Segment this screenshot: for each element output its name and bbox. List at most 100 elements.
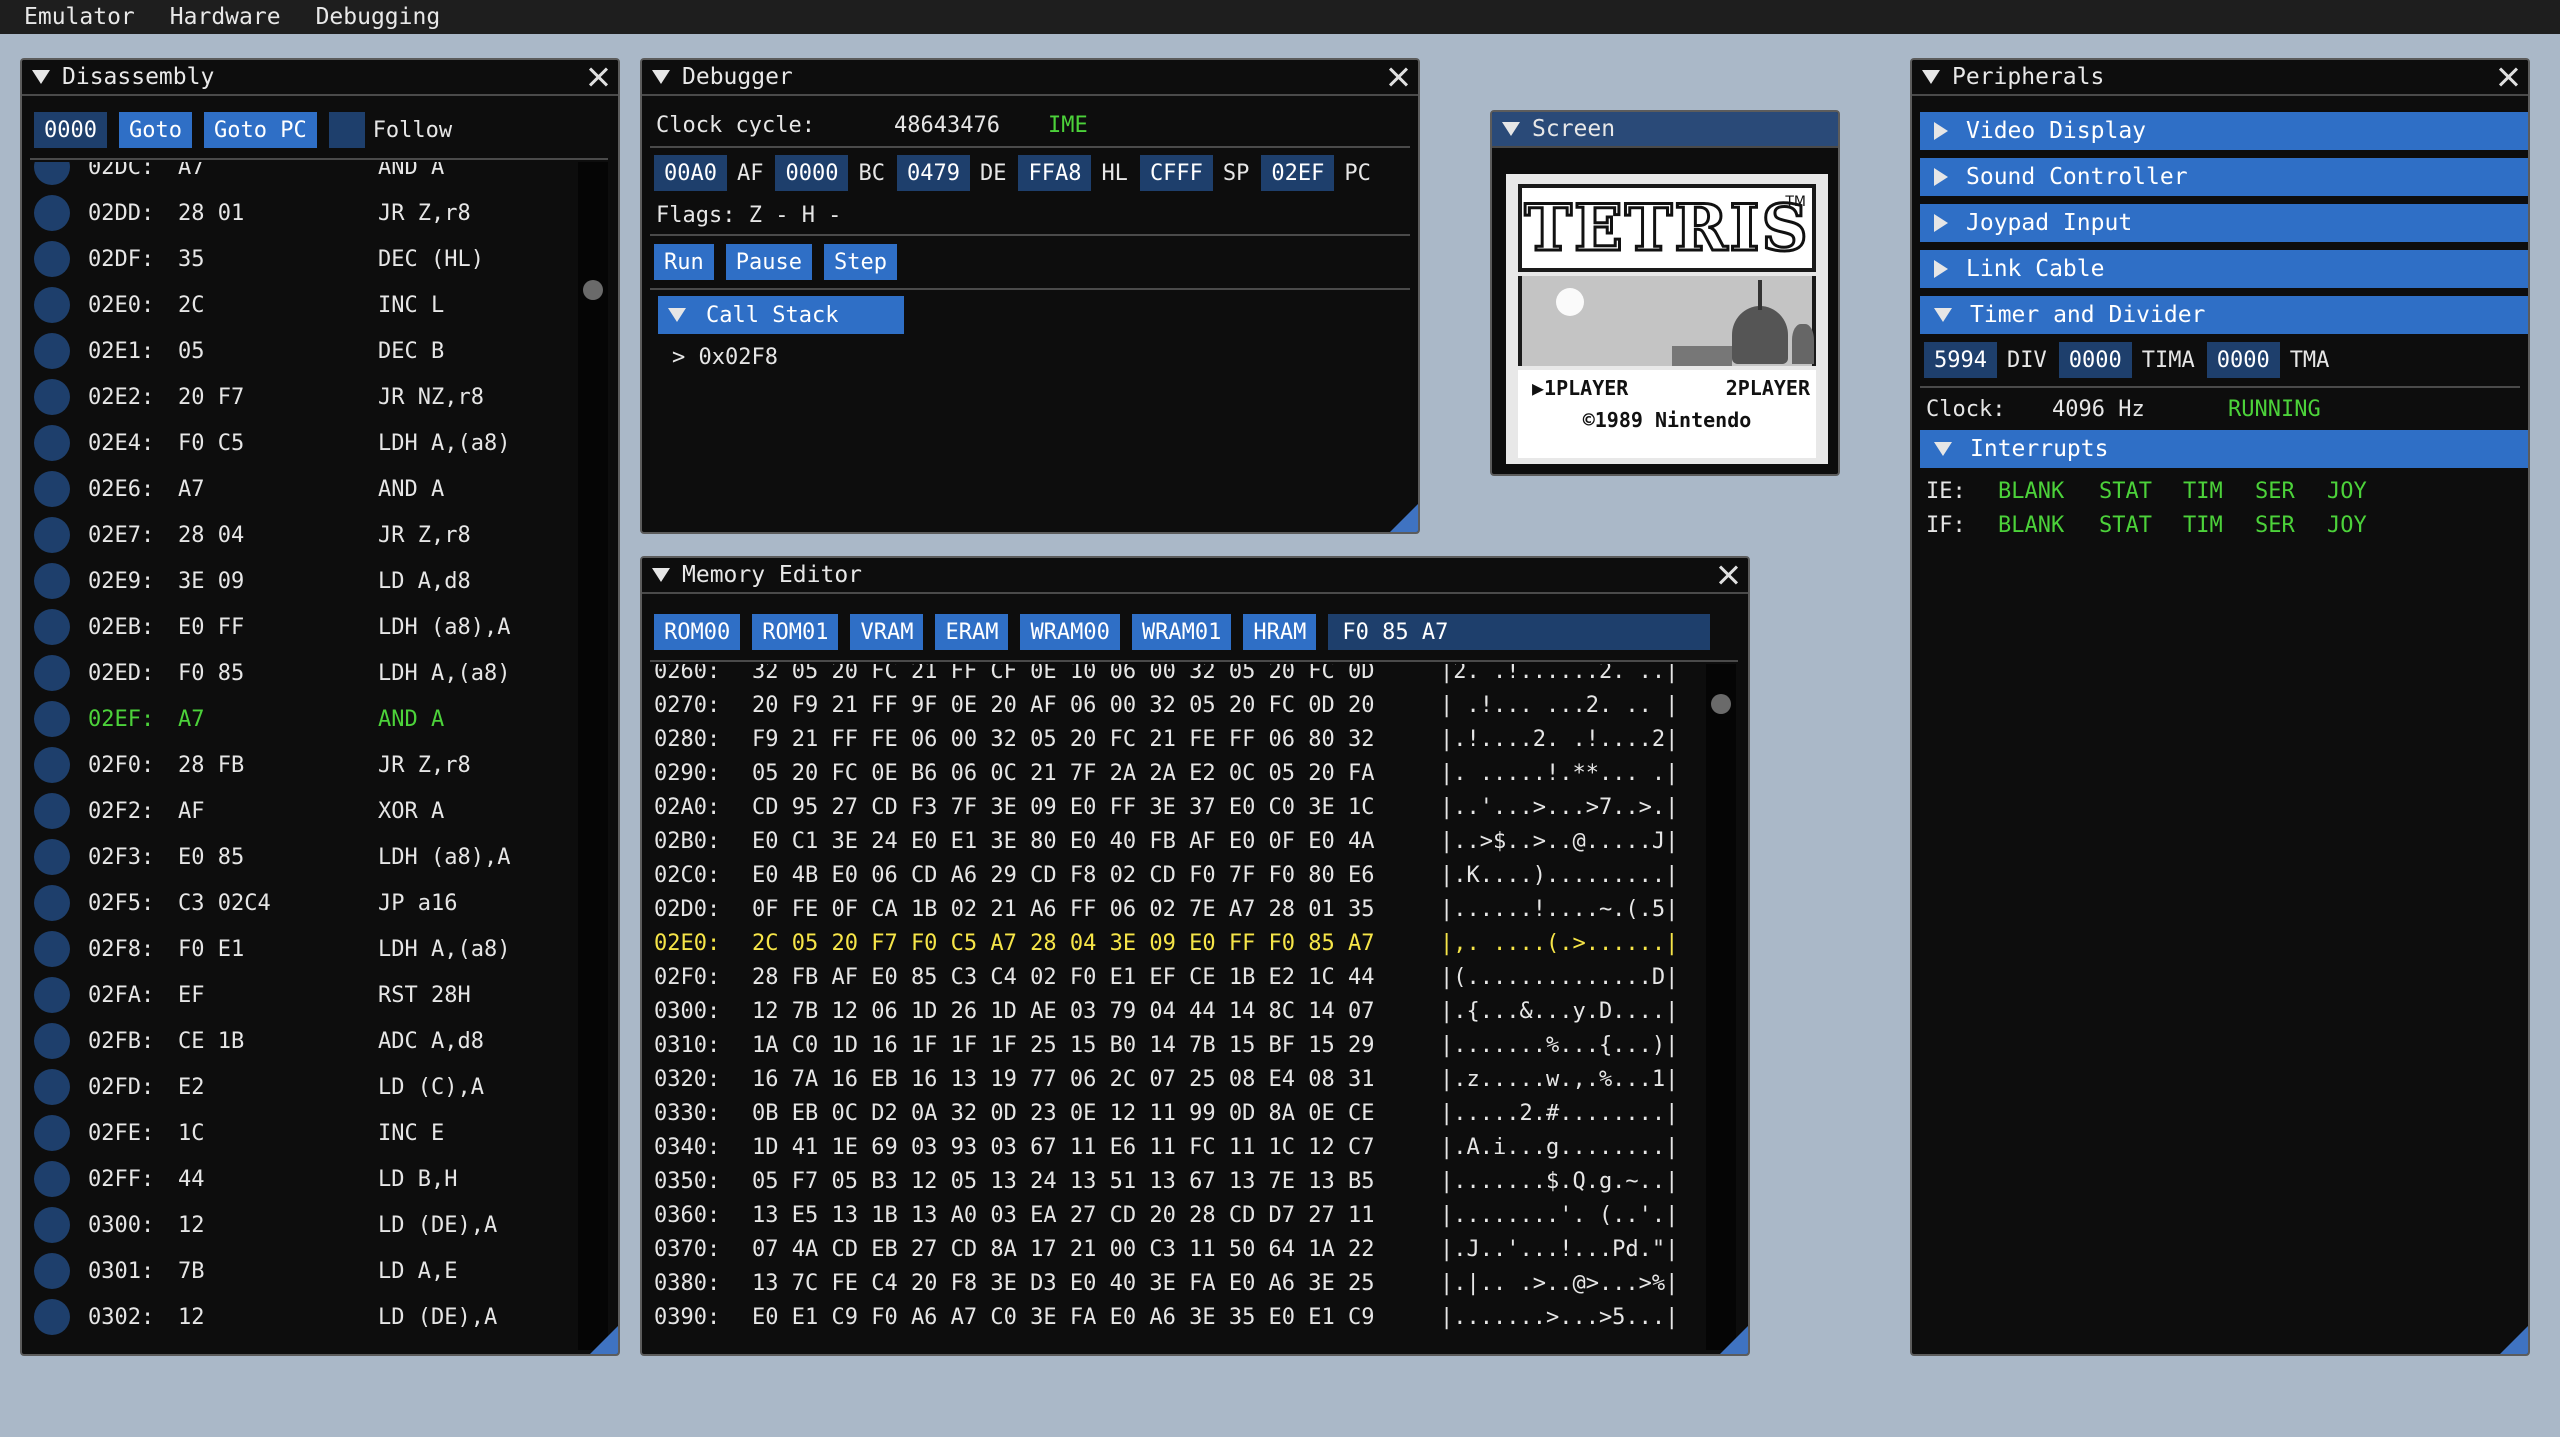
disassembly-titlebar[interactable]: Disassembly xyxy=(22,60,618,96)
disassembly-row[interactable]: 02E6: A7 AND A xyxy=(34,466,444,512)
close-icon[interactable] xyxy=(1384,63,1412,91)
register-sp[interactable]: CFFF xyxy=(1139,155,1213,191)
memory-row[interactable]: 0350: 05 F7 05 B3 12 05 13 24 13 51 13 67… xyxy=(654,1164,1678,1198)
disassembly-row[interactable]: 02ED: F0 85 LDH A,(a8) xyxy=(34,650,510,696)
disassembly-row[interactable]: 02E4: F0 C5 LDH A,(a8) xyxy=(34,420,510,466)
run-button[interactable]: Run xyxy=(654,244,714,280)
memory-hex[interactable]: E0 C1 3E 24 E0 E1 3E 80 E0 40 FB AF E0 0… xyxy=(752,829,1440,854)
breakpoint-toggle[interactable] xyxy=(34,931,70,967)
collapse-icon[interactable] xyxy=(1922,70,1940,84)
collapse-icon[interactable] xyxy=(652,70,670,84)
close-icon[interactable] xyxy=(1714,561,1742,589)
tab-wram01[interactable]: WRAM01 xyxy=(1131,614,1232,650)
game-screen[interactable]: TETRIS TM ▶1PLAYER 2PLAYER ©1989 Nintend… xyxy=(1506,174,1828,464)
disassembly-row[interactable]: 02EF: A7 AND A xyxy=(34,696,444,742)
breakpoint-toggle[interactable] xyxy=(34,1299,70,1335)
section-video-display[interactable]: Video Display xyxy=(1920,112,2528,150)
memory-row[interactable]: 02D0: 0F FE 0F CA 1B 02 21 A6 FF 06 02 7E… xyxy=(654,892,1678,926)
register-de[interactable]: 0479 xyxy=(896,155,970,191)
resize-grip[interactable] xyxy=(1390,504,1418,532)
disassembly-row[interactable]: 02F5: C3 02C4 JP a16 xyxy=(34,880,457,926)
memory-row[interactable]: 0270: 20 F9 21 FF 9F 0E 20 AF 06 00 32 05… xyxy=(654,688,1678,722)
collapse-icon[interactable] xyxy=(652,568,670,582)
memory-hex[interactable]: 13 E5 13 1B 13 A0 03 EA 27 CD 20 28 CD D… xyxy=(752,1203,1440,1228)
breakpoint-toggle[interactable] xyxy=(34,195,70,231)
memory-hex[interactable]: CD 95 27 CD F3 7F 3E 09 E0 FF 3E 37 E0 C… xyxy=(752,795,1440,820)
breakpoint-toggle[interactable] xyxy=(34,379,70,415)
breakpoint-toggle[interactable] xyxy=(34,1069,70,1105)
screen-titlebar[interactable]: Screen xyxy=(1492,112,1838,148)
breakpoint-toggle[interactable] xyxy=(34,885,70,921)
memory-row[interactable]: 02E0: 2C 05 20 F7 F0 C5 A7 28 04 3E 09 E0… xyxy=(654,926,1678,960)
disassembly-row[interactable]: 02DF: 35 DEC (HL) xyxy=(34,236,484,282)
memory-hex[interactable]: E0 4B E0 06 CD A6 29 CD F8 02 CD F0 7F F… xyxy=(752,863,1440,888)
memory-row[interactable]: 0260: 32 05 20 FC 21 FF CF 0E 10 06 00 32… xyxy=(654,664,1678,688)
breakpoint-toggle[interactable] xyxy=(34,793,70,829)
disassembly-row[interactable]: 02E1: 05 DEC B xyxy=(34,328,444,374)
call-stack-header[interactable]: Call Stack xyxy=(658,296,904,334)
breakpoint-toggle[interactable] xyxy=(34,425,70,461)
register-bc[interactable]: 0000 xyxy=(775,155,849,191)
memory-row[interactable]: 0390: E0 E1 C9 F0 A6 A7 C0 3E FA E0 A6 3E… xyxy=(654,1300,1678,1334)
breakpoint-toggle[interactable] xyxy=(34,333,70,369)
disassembly-row[interactable]: 0300: 12 LD (DE),A xyxy=(34,1202,497,1248)
disassembly-row[interactable]: 02F2: AF XOR A xyxy=(34,788,444,834)
breakpoint-toggle[interactable] xyxy=(34,1207,70,1243)
breakpoint-toggle[interactable] xyxy=(34,517,70,553)
disassembly-row[interactable]: 02EB: E0 FF LDH (a8),A xyxy=(34,604,510,650)
breakpoint-toggle[interactable] xyxy=(34,287,70,323)
close-icon[interactable] xyxy=(2494,63,2522,91)
disassembly-row[interactable]: 02FD: E2 LD (C),A xyxy=(34,1064,484,1110)
disassembly-row[interactable]: 02FA: EF RST 28H xyxy=(34,972,471,1018)
memory-hex[interactable]: 12 7B 12 06 1D 26 1D AE 03 79 04 44 14 8… xyxy=(752,999,1440,1024)
peripherals-titlebar[interactable]: Peripherals xyxy=(1912,60,2528,96)
breakpoint-toggle[interactable] xyxy=(34,609,70,645)
scrollbar-thumb[interactable] xyxy=(583,280,603,300)
memory-editor-titlebar[interactable]: Memory Editor xyxy=(642,558,1748,594)
breakpoint-toggle[interactable] xyxy=(34,162,70,185)
memory-row[interactable]: 0360: 13 E5 13 1B 13 A0 03 EA 27 CD 20 28… xyxy=(654,1198,1678,1232)
breakpoint-toggle[interactable] xyxy=(34,1115,70,1151)
disassembly-row[interactable]: 0301: 7B LD A,E xyxy=(34,1248,457,1294)
tab-hram[interactable]: HRAM xyxy=(1243,614,1317,650)
section-link-cable[interactable]: Link Cable xyxy=(1920,250,2528,288)
menu-hardware[interactable]: Hardware xyxy=(146,4,292,30)
scrollbar-thumb[interactable] xyxy=(1711,694,1731,714)
memory-hex[interactable]: 16 7A 16 EB 16 13 19 77 06 2C 07 25 08 E… xyxy=(752,1067,1440,1092)
memory-row[interactable]: 02A0: CD 95 27 CD F3 7F 3E 09 E0 FF 3E 37… xyxy=(654,790,1678,824)
memory-hex[interactable]: 20 F9 21 FF 9F 0E 20 AF 06 00 32 05 20 F… xyxy=(752,693,1440,718)
disassembly-row[interactable]: 02FB: CE 1B ADC A,d8 xyxy=(34,1018,484,1064)
memory-hex[interactable]: 28 FB AF E0 85 C3 C4 02 F0 E1 EF CE 1B E… xyxy=(752,965,1440,990)
breakpoint-toggle[interactable] xyxy=(34,747,70,783)
register-af[interactable]: 00A0 xyxy=(654,155,727,191)
goto-button[interactable]: Goto xyxy=(118,112,192,148)
memory-hex[interactable]: 0B EB 0C D2 0A 32 0D 23 0E 12 11 99 0D 8… xyxy=(752,1101,1440,1126)
memory-hex[interactable]: E0 E1 C9 F0 A6 A7 C0 3E FA E0 A6 3E 35 E… xyxy=(752,1305,1440,1330)
memory-hex[interactable]: 2C 05 20 F7 F0 C5 A7 28 04 3E 09 E0 FF F… xyxy=(752,931,1440,956)
memory-hex[interactable]: 07 4A CD EB 27 CD 8A 17 21 00 C3 11 50 6… xyxy=(752,1237,1440,1262)
resize-grip[interactable] xyxy=(1720,1326,1748,1354)
div-register[interactable]: 5994 xyxy=(1924,342,1997,378)
menu-debugging[interactable]: Debugging xyxy=(292,4,452,30)
disassembly-row[interactable]: 02E0: 2C INC L xyxy=(34,282,444,328)
disassembly-row[interactable]: 02F3: E0 85 LDH (a8),A xyxy=(34,834,510,880)
disassembly-row[interactable]: 02E7: 28 04 JR Z,r8 xyxy=(34,512,471,558)
collapse-icon[interactable] xyxy=(32,70,50,84)
disassembly-row[interactable]: 02DD: 28 01 JR Z,r8 xyxy=(34,190,471,236)
debugger-titlebar[interactable]: Debugger xyxy=(642,60,1418,96)
follow-checkbox[interactable] xyxy=(328,112,365,148)
section-timer-and-divider[interactable]: Timer and Divider xyxy=(1920,296,2528,334)
memory-hex[interactable]: 1D 41 1E 69 03 93 03 67 11 E6 11 FC 11 1… xyxy=(752,1135,1440,1160)
disassembly-row[interactable]: 02E2: 20 F7 JR NZ,r8 xyxy=(34,374,484,420)
memory-hex[interactable]: 05 20 FC 0E B6 06 0C 21 7F 2A 2A E2 0C 0… xyxy=(752,761,1440,786)
memory-hex[interactable]: 1A C0 1D 16 1F 1F 1F 25 15 B0 14 7B 15 B… xyxy=(752,1033,1440,1058)
breakpoint-toggle[interactable] xyxy=(34,839,70,875)
tab-wram00[interactable]: WRAM00 xyxy=(1020,614,1120,650)
tma-register[interactable]: 0000 xyxy=(2206,342,2280,378)
memory-hex[interactable]: 05 F7 05 B3 12 05 13 24 13 51 13 67 13 7… xyxy=(752,1169,1440,1194)
memory-hex[interactable]: 0F FE 0F CA 1B 02 21 A6 FF 06 02 7E A7 2… xyxy=(752,897,1440,922)
section-joypad-input[interactable]: Joypad Input xyxy=(1920,204,2528,242)
breakpoint-toggle[interactable] xyxy=(34,1253,70,1289)
memory-row[interactable]: 0370: 07 4A CD EB 27 CD 8A 17 21 00 C3 11… xyxy=(654,1232,1678,1266)
tab-rom01[interactable]: ROM01 xyxy=(752,614,839,650)
